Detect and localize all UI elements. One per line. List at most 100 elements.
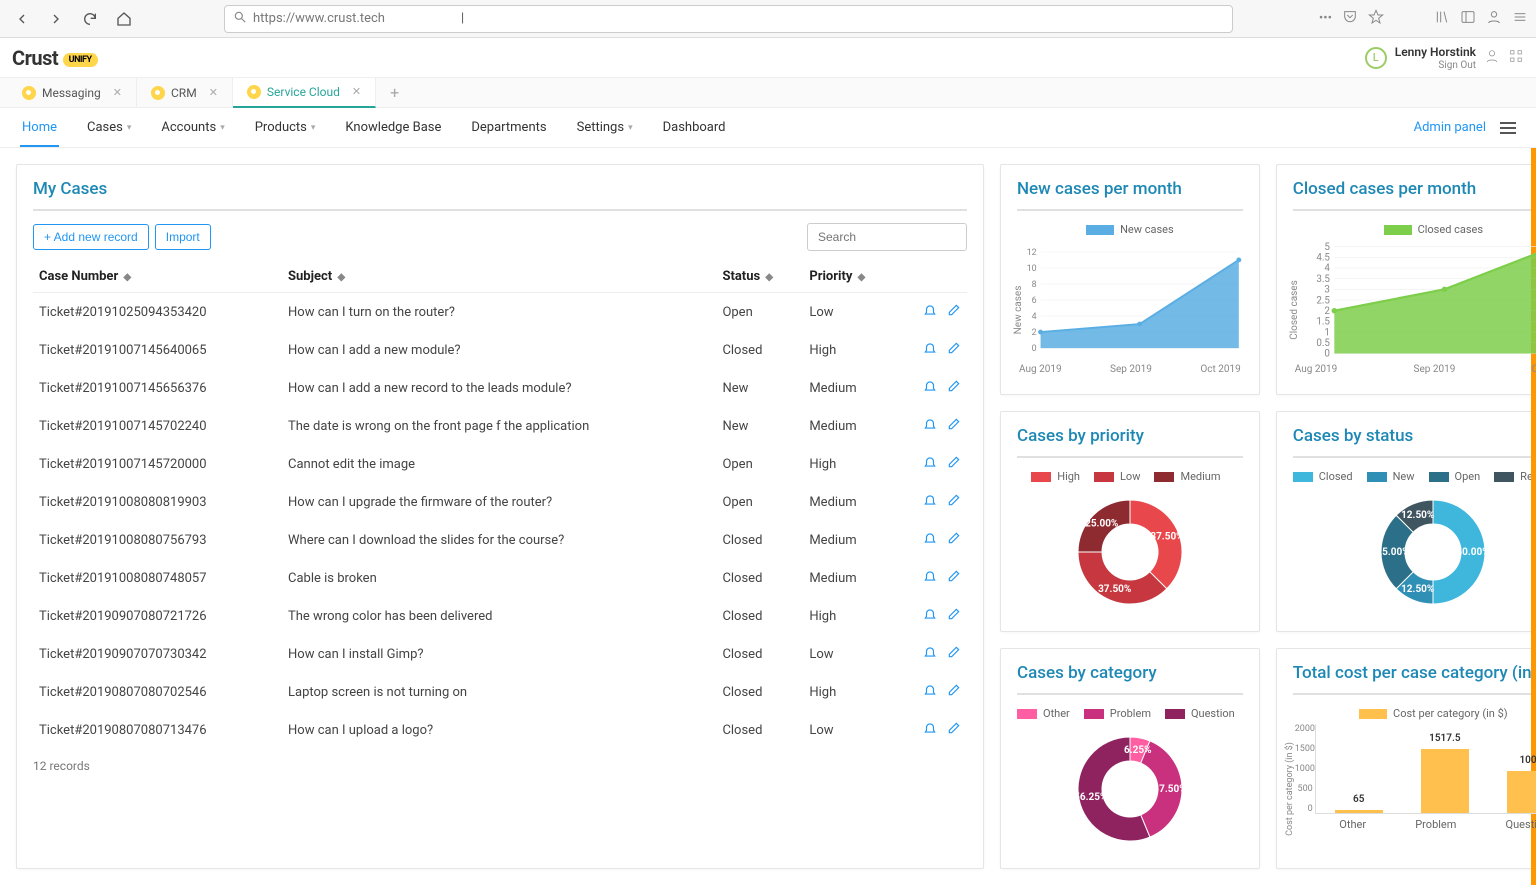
panel-title: Closed cases per month xyxy=(1293,179,1536,211)
edit-icon[interactable] xyxy=(947,455,961,473)
browser-more-icon[interactable]: ••• xyxy=(1319,11,1332,26)
edit-icon[interactable] xyxy=(947,721,961,739)
browser-forward-button[interactable] xyxy=(42,5,70,33)
nav-item-departments[interactable]: Departments xyxy=(469,110,548,146)
sign-out-link[interactable]: Sign Out xyxy=(1395,60,1476,71)
edit-icon[interactable] xyxy=(947,303,961,321)
notify-icon[interactable] xyxy=(923,303,937,321)
table-row[interactable]: Ticket#20190807080713476How can I upload… xyxy=(33,711,967,749)
edit-icon[interactable] xyxy=(947,379,961,397)
add-tab-button[interactable]: + xyxy=(376,78,413,108)
table-row[interactable]: Ticket#20191007145720000Cannot edit the … xyxy=(33,445,967,483)
bar: 1517.5 xyxy=(1421,749,1469,813)
nav-item-dashboard[interactable]: Dashboard xyxy=(661,110,728,146)
edit-icon[interactable] xyxy=(947,683,961,701)
legend-label: Closed cases xyxy=(1418,223,1483,236)
edit-icon[interactable] xyxy=(947,531,961,549)
browser-reload-button[interactable] xyxy=(76,5,104,33)
svg-text:25.00%: 25.00% xyxy=(1085,519,1118,530)
tab-close-icon[interactable]: ✕ xyxy=(352,85,361,98)
edit-icon[interactable] xyxy=(947,417,961,435)
nav-item-settings[interactable]: Settings ▾ xyxy=(575,110,635,146)
admin-panel-link[interactable]: Admin panel xyxy=(1414,120,1486,135)
case-number-cell: Ticket#20190807080702546 xyxy=(33,673,282,711)
svg-text:3.5: 3.5 xyxy=(1316,274,1330,285)
nav-item-accounts[interactable]: Accounts ▾ xyxy=(159,110,226,146)
nav-item-products[interactable]: Products ▾ xyxy=(253,110,318,146)
donut-chart-svg: 37.50%37.50%25.00% xyxy=(1070,492,1190,612)
table-row[interactable]: Ticket#20190907070730342How can I instal… xyxy=(33,635,967,673)
notify-icon[interactable] xyxy=(923,721,937,739)
col-priority[interactable]: Priority ◆ xyxy=(803,261,897,293)
import-button[interactable]: Import xyxy=(155,224,211,250)
subject-cell: The wrong color has been delivered xyxy=(282,597,716,635)
col-status[interactable]: Status ◆ xyxy=(716,261,803,293)
notify-icon[interactable] xyxy=(923,379,937,397)
notify-icon[interactable] xyxy=(923,455,937,473)
col-case-number[interactable]: Case Number ◆ xyxy=(33,261,282,293)
priority-cell: High xyxy=(803,445,897,483)
url-bar[interactable]: https://www.crust.tech | xyxy=(224,5,1233,33)
table-row[interactable]: Ticket#20191007145656376How can I add a … xyxy=(33,369,967,407)
add-record-button[interactable]: + Add new record xyxy=(33,224,149,250)
browser-back-button[interactable] xyxy=(8,5,36,33)
tab-label: Service Cloud xyxy=(267,85,340,99)
table-row[interactable]: Ticket#20191008080819903How can I upgrad… xyxy=(33,483,967,521)
table-row[interactable]: Ticket#20191008080748057Cable is brokenC… xyxy=(33,559,967,597)
notify-icon[interactable] xyxy=(923,493,937,511)
bar: 1000 xyxy=(1507,771,1536,814)
app-tab-crm[interactable]: CRM✕ xyxy=(137,78,233,108)
table-row[interactable]: Ticket#20190907080721726The wrong color … xyxy=(33,597,967,635)
edit-icon[interactable] xyxy=(947,569,961,587)
browser-menu-icon[interactable] xyxy=(1512,9,1528,29)
svg-text:4: 4 xyxy=(1324,263,1330,274)
sidebar-icon[interactable] xyxy=(1460,9,1476,29)
app-tab-service-cloud[interactable]: Service Cloud ✕ xyxy=(233,78,376,108)
search-input[interactable] xyxy=(807,223,967,251)
notify-icon[interactable] xyxy=(923,569,937,587)
table-row[interactable]: Ticket#20191025094353420How can I turn o… xyxy=(33,293,967,332)
content-area: My Cases + Add new record Import Case Nu… xyxy=(0,148,1536,885)
account-icon[interactable] xyxy=(1486,9,1502,29)
table-row[interactable]: Ticket#20190807080702546Laptop screen is… xyxy=(33,673,967,711)
notify-icon[interactable] xyxy=(923,341,937,359)
notify-icon[interactable] xyxy=(923,607,937,625)
priority-cell: Medium xyxy=(803,559,897,597)
legend-label: Question xyxy=(1191,707,1235,720)
browser-home-button[interactable] xyxy=(110,5,138,33)
tab-close-icon[interactable]: ✕ xyxy=(113,86,122,99)
bookmark-star-icon[interactable] xyxy=(1368,9,1384,29)
subject-cell: How can I turn on the router? xyxy=(282,293,716,332)
pocket-icon[interactable] xyxy=(1342,9,1358,29)
tab-close-icon[interactable]: ✕ xyxy=(209,86,218,99)
nav-item-cases[interactable]: Cases ▾ xyxy=(85,110,133,146)
nav-item-knowledge-base[interactable]: Knowledge Base xyxy=(343,110,443,146)
table-row[interactable]: Ticket#20191008080756793Where can I down… xyxy=(33,521,967,559)
user-icon[interactable] xyxy=(1484,48,1500,68)
notify-icon[interactable] xyxy=(923,417,937,435)
nav-item-home[interactable]: Home xyxy=(20,110,59,147)
app-tab-messaging[interactable]: Messaging✕ xyxy=(8,78,137,108)
svg-text:12.50%: 12.50% xyxy=(1401,510,1434,521)
nav-menu-icon[interactable] xyxy=(1500,119,1516,137)
priority-cell: High xyxy=(803,597,897,635)
col-subject[interactable]: Subject ◆ xyxy=(282,261,716,293)
notify-icon[interactable] xyxy=(923,683,937,701)
priority-cell: Low xyxy=(803,711,897,749)
user-avatar[interactable]: L xyxy=(1365,47,1387,69)
case-number-cell: Ticket#20190907080721726 xyxy=(33,597,282,635)
library-icon[interactable] xyxy=(1434,9,1450,29)
edit-icon[interactable] xyxy=(947,493,961,511)
table-row[interactable]: Ticket#20191007145702240The date is wron… xyxy=(33,407,967,445)
notify-icon[interactable] xyxy=(923,645,937,663)
edit-icon[interactable] xyxy=(947,341,961,359)
svg-text:25.00%: 25.00% xyxy=(1377,547,1410,558)
legend-label: Cost per category (in $) xyxy=(1393,707,1508,720)
svg-text:0.5: 0.5 xyxy=(1316,338,1330,349)
edit-icon[interactable] xyxy=(947,607,961,625)
legend-swatch xyxy=(1359,709,1387,719)
edit-icon[interactable] xyxy=(947,645,961,663)
notify-icon[interactable] xyxy=(923,531,937,549)
apps-grid-icon[interactable] xyxy=(1508,48,1524,68)
table-row[interactable]: Ticket#20191007145640065How can I add a … xyxy=(33,331,967,369)
